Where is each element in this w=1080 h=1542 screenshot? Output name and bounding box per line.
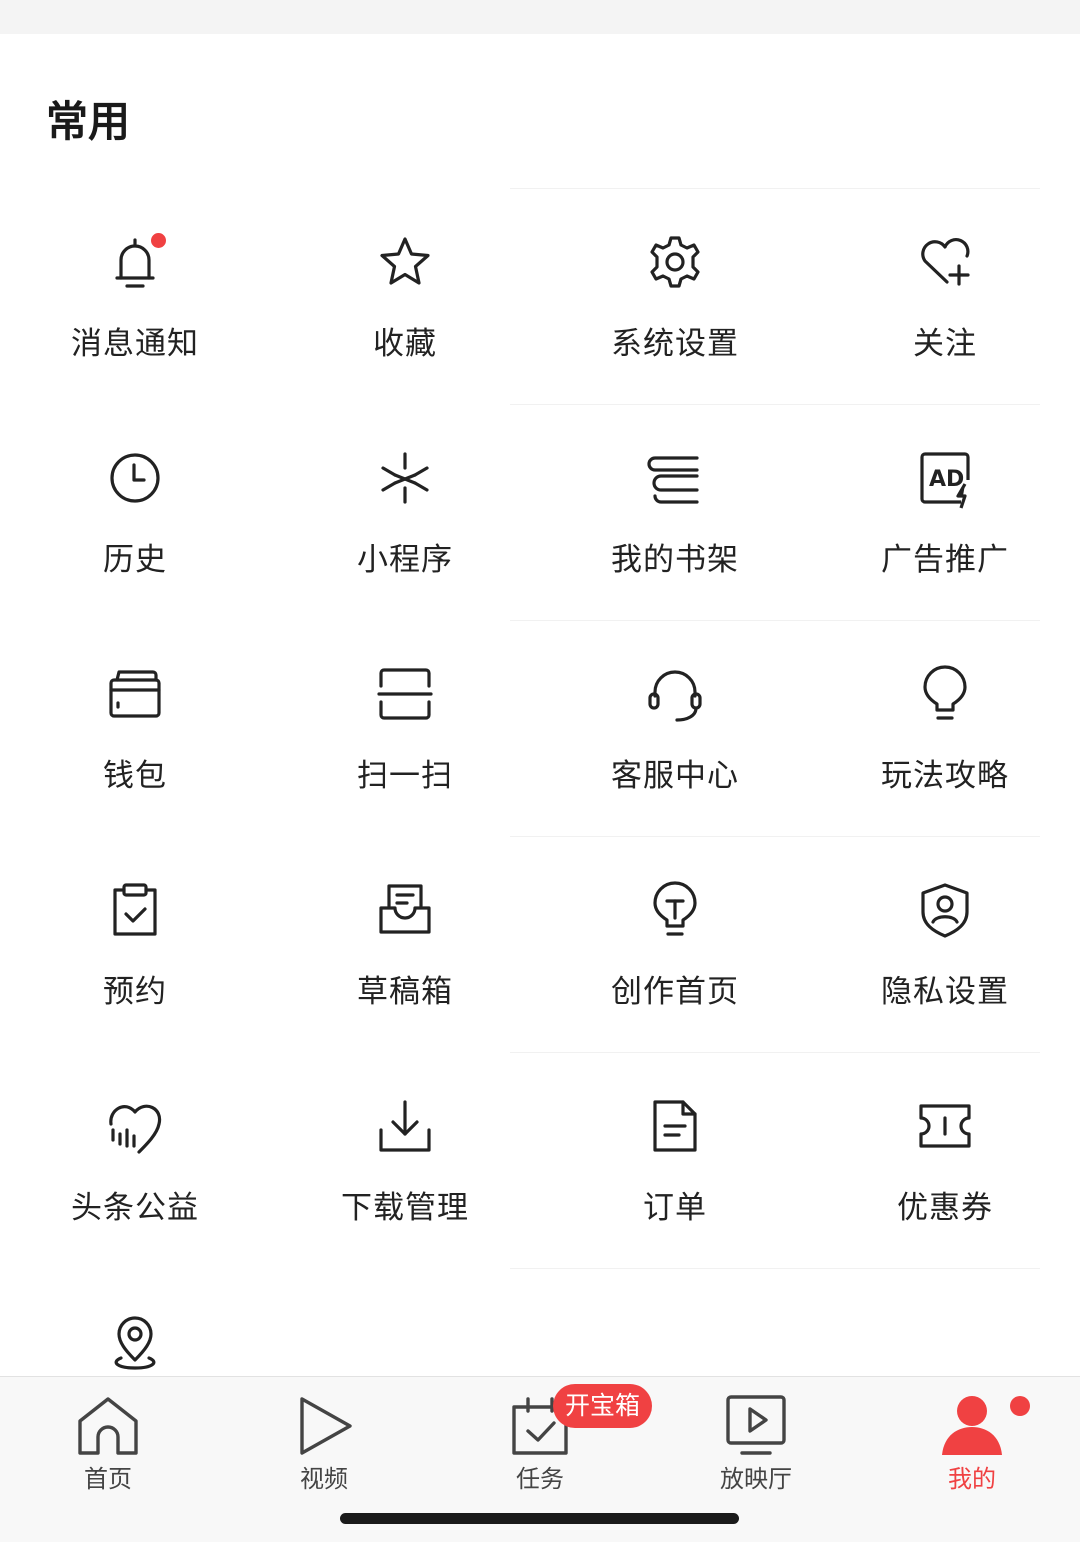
system-settings-item[interactable]: 系统设置 (540, 190, 810, 406)
ad-promotion-item[interactable]: AD 广告推广 (810, 406, 1080, 622)
notification-dot (151, 233, 166, 248)
tab-label: 首页 (84, 1465, 132, 1493)
lightbulb-icon (917, 665, 973, 722)
item-label: 扫一扫 (357, 758, 453, 794)
scan-icon (377, 666, 433, 722)
item-label: 关注 (913, 326, 977, 362)
download-icon (377, 1098, 433, 1154)
orders-item[interactable]: 订单 (540, 1054, 810, 1270)
item-label: 小程序 (357, 542, 453, 578)
item-label: 预约 (103, 974, 167, 1010)
charity-item[interactable]: 头条公益 (0, 1054, 270, 1270)
follow-item[interactable]: 关注 (810, 190, 1080, 406)
section-title: 常用 (46, 97, 131, 146)
tab-mine[interactable]: 我的 (864, 1377, 1080, 1497)
tab-label: 任务 (516, 1465, 564, 1493)
coupon-icon (917, 1098, 973, 1154)
item-label: 下载管理 (341, 1190, 469, 1226)
charity-heart-icon (107, 1098, 163, 1154)
clock-icon (107, 450, 163, 506)
bookshelf-icon (647, 450, 703, 506)
item-label: 优惠券 (897, 1190, 993, 1226)
grid-row: 预约 草稿箱 创作首页 隐私设置 (0, 836, 1080, 1054)
gear-icon (647, 234, 703, 290)
mini-program-icon (377, 450, 433, 506)
mine-notification-dot (1010, 1396, 1030, 1416)
item-label: 玩法攻略 (881, 758, 1009, 794)
item-label: 系统设置 (611, 326, 739, 362)
coupons-item[interactable]: 优惠券 (810, 1054, 1080, 1270)
item-label: 收藏 (373, 326, 437, 362)
item-label: 广告推广 (881, 542, 1009, 578)
customer-service-item[interactable]: 客服中心 (540, 622, 810, 838)
grid-row: 消息通知 收藏 系统设置 关注 (0, 188, 1080, 406)
item-label: 头条公益 (71, 1190, 199, 1226)
bookshelf-item[interactable]: 我的书架 (540, 406, 810, 622)
user-icon (938, 1393, 1006, 1457)
creator-bulb-icon (647, 881, 703, 938)
play-icon (290, 1393, 358, 1457)
drafts-item[interactable]: 草稿箱 (270, 838, 540, 1054)
game-guide-item[interactable]: 玩法攻略 (810, 622, 1080, 838)
wallet-icon (107, 666, 163, 722)
grid-row: 历史 小程序 我的书架 AD 广告推广 (0, 404, 1080, 622)
notifications-item[interactable]: 消息通知 (0, 190, 270, 406)
grid-row: 头条公益 下载管理 订单 优惠券 (0, 1052, 1080, 1270)
item-label: 历史 (103, 542, 167, 578)
ad-icon: AD (917, 450, 973, 509)
favorites-item[interactable]: 收藏 (270, 190, 540, 406)
item-label: 创作首页 (611, 974, 739, 1010)
item-label: 客服中心 (611, 758, 739, 794)
home-icon (74, 1393, 142, 1457)
draft-box-icon (377, 882, 433, 938)
tab-label: 放映厅 (720, 1465, 792, 1493)
top-separator-band (0, 0, 1080, 34)
tab-label: 视频 (300, 1465, 348, 1493)
item-label: 订单 (643, 1190, 707, 1226)
common-functions-grid: 消息通知 收藏 系统设置 关注 历史 小程序 我的书架 AD 广告推广 钱包 扫… (0, 188, 1080, 1486)
privacy-settings-item[interactable]: 隐私设置 (810, 838, 1080, 1054)
headset-icon (647, 666, 703, 722)
scan-item[interactable]: 扫一扫 (270, 622, 540, 838)
shield-user-icon (917, 882, 973, 938)
item-label: 钱包 (103, 758, 167, 794)
item-label: 隐私设置 (881, 974, 1009, 1010)
item-label: 消息通知 (71, 326, 199, 362)
tab-label: 我的 (948, 1465, 996, 1493)
item-label: 草稿箱 (357, 974, 453, 1010)
treasure-box-badge[interactable]: 开宝箱 (553, 1384, 653, 1428)
tv-play-icon (722, 1393, 790, 1457)
mini-program-item[interactable]: 小程序 (270, 406, 540, 622)
clipboard-check-icon (107, 882, 163, 938)
item-label: 我的书架 (611, 542, 739, 578)
star-icon (377, 234, 433, 290)
creator-home-item[interactable]: 创作首页 (540, 838, 810, 1054)
home-indicator[interactable] (340, 1513, 739, 1524)
reservation-item[interactable]: 预约 (0, 838, 270, 1054)
svg-text:AD: AD (929, 467, 964, 492)
grid-row: 钱包 扫一扫 客服中心 玩法攻略 (0, 620, 1080, 838)
download-manager-item[interactable]: 下载管理 (270, 1054, 540, 1270)
heart-plus-icon (917, 234, 973, 290)
location-pin-icon (107, 1314, 163, 1370)
tab-video[interactable]: 视频 (216, 1377, 432, 1497)
order-document-icon (647, 1098, 703, 1154)
wallet-item[interactable]: 钱包 (0, 622, 270, 838)
tab-theater[interactable]: 放映厅 (648, 1377, 864, 1497)
history-item[interactable]: 历史 (0, 406, 270, 622)
tab-home[interactable]: 首页 (0, 1377, 216, 1497)
